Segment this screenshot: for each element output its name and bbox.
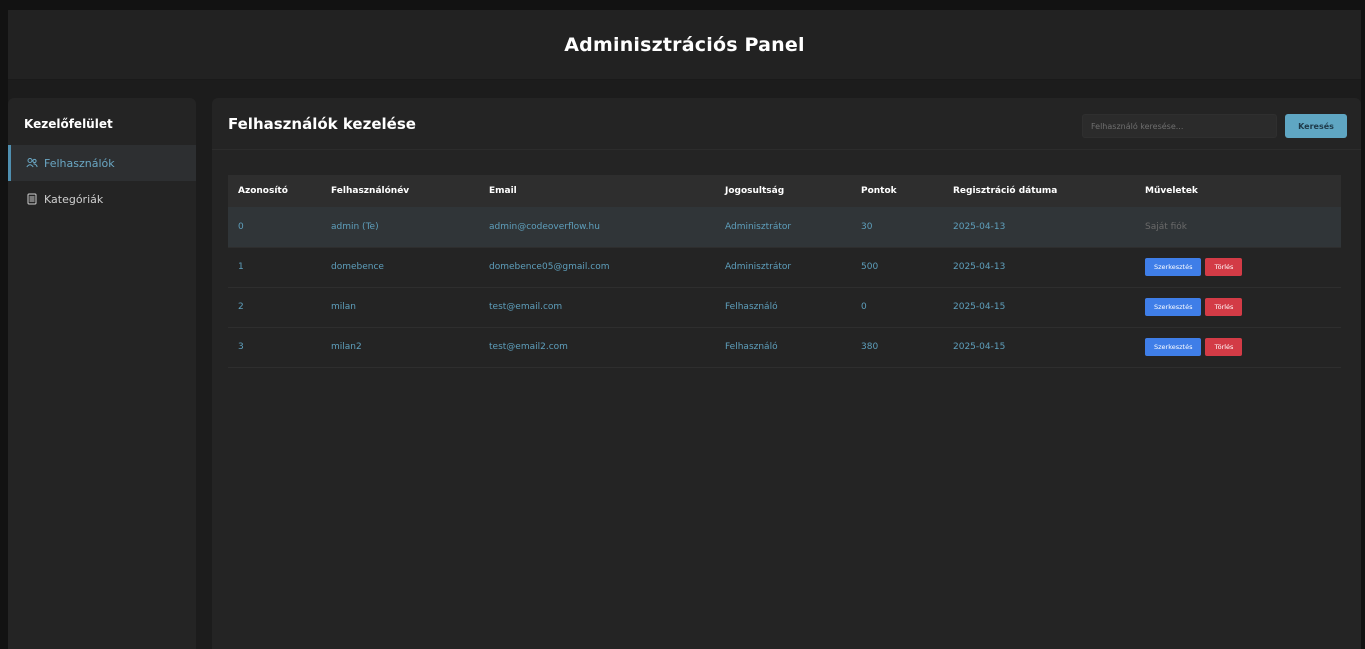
column-header-username: Felhasználónév	[331, 186, 410, 196]
cell-id: 3	[238, 342, 244, 352]
cell-id: 0	[238, 221, 244, 232]
cell-email: test@email.com	[489, 302, 563, 312]
cell-actions: Szerkesztés Törlés	[1135, 327, 1341, 367]
sidebar-item-users[interactable]: Felhasználók	[8, 145, 196, 181]
cell-email: domebence05@gmail.com	[489, 262, 610, 272]
sidebar-item-categories[interactable]: Kategóriák	[8, 181, 196, 217]
cell-username: domebence	[331, 262, 384, 272]
table-row: 0 admin (Te) admin@codeoverflow.hu Admin…	[228, 207, 1341, 247]
column-header-actions: Műveletek	[1145, 186, 1198, 196]
delete-button[interactable]: Törlés	[1205, 298, 1243, 316]
cell-date: 2025-04-15	[953, 342, 1006, 352]
column-header-role: Jogosultság	[725, 186, 785, 196]
column-header-points: Pontok	[861, 186, 897, 196]
cell-points: 380	[861, 342, 879, 352]
table-row: 2 milan test@email.com Felhasználó 0 202…	[228, 287, 1341, 327]
sidebar-item-label: Felhasználók	[44, 156, 115, 170]
cell-actions: Szerkesztés Törlés	[1135, 287, 1341, 327]
cell-date: 2025-04-15	[953, 302, 1006, 312]
search-button[interactable]: Keresés	[1285, 114, 1347, 138]
cell-points: 0	[861, 302, 867, 312]
cell-email: test@email2.com	[489, 342, 568, 352]
column-header-email: Email	[489, 186, 517, 196]
table-row: 1 domebence domebence05@gmail.com Admini…	[228, 247, 1341, 287]
section-title: Felhasználók kezelése	[228, 114, 416, 133]
cell-username: milan	[331, 302, 356, 312]
edit-button[interactable]: Szerkesztés	[1145, 298, 1202, 316]
search-input[interactable]	[1082, 114, 1277, 138]
cell-points: 500	[861, 262, 879, 272]
cell-username: admin (Te)	[331, 221, 379, 232]
users-table: Azonosító Felhasználónév Email Jogosults…	[228, 175, 1341, 368]
sidebar-item-label: Kategóriák	[44, 192, 104, 206]
app-frame: Adminisztrációs Panel Kezelőfelület Felh…	[8, 10, 1361, 649]
search-bar: Keresés	[1082, 114, 1347, 138]
cell-actions: Szerkesztés Törlés	[1135, 247, 1341, 287]
table-header-row: Azonosító Felhasználónév Email Jogosults…	[228, 175, 1341, 207]
app-header: Adminisztrációs Panel	[8, 10, 1361, 80]
column-header-date: Regisztráció dátuma	[953, 186, 1058, 196]
cell-id: 1	[238, 262, 244, 272]
cell-role: Felhasználó	[725, 342, 778, 352]
cell-id: 2	[238, 302, 244, 312]
cell-role: Adminisztrátor	[725, 262, 792, 272]
cell-email: admin@codeoverflow.hu	[489, 221, 600, 232]
delete-button[interactable]: Törlés	[1205, 338, 1243, 356]
cell-role: Adminisztrátor	[725, 221, 792, 232]
cell-own-account: Saját fiók	[1145, 221, 1188, 232]
page-title: Adminisztrációs Panel	[564, 33, 805, 56]
edit-button[interactable]: Szerkesztés	[1145, 338, 1202, 356]
sidebar: Kezelőfelület Felhasználók Kategóriák	[8, 98, 196, 649]
delete-button[interactable]: Törlés	[1205, 258, 1243, 276]
users-icon	[26, 157, 38, 169]
cell-username: milan2	[331, 342, 362, 352]
cell-date: 2025-04-13	[953, 221, 1006, 232]
cell-points: 30	[861, 221, 873, 232]
list-icon	[26, 193, 38, 205]
main-header: Felhasználók kezelése Keresés	[212, 98, 1361, 150]
main-panel: Felhasználók kezelése Keresés Azonosító …	[212, 98, 1361, 649]
column-header-id: Azonosító	[238, 186, 288, 196]
edit-button[interactable]: Szerkesztés	[1145, 258, 1202, 276]
table-row: 3 milan2 test@email2.com Felhasználó 380…	[228, 327, 1341, 367]
sidebar-title: Kezelőfelület	[24, 117, 113, 131]
cell-role: Felhasználó	[725, 302, 778, 312]
cell-date: 2025-04-13	[953, 262, 1006, 272]
